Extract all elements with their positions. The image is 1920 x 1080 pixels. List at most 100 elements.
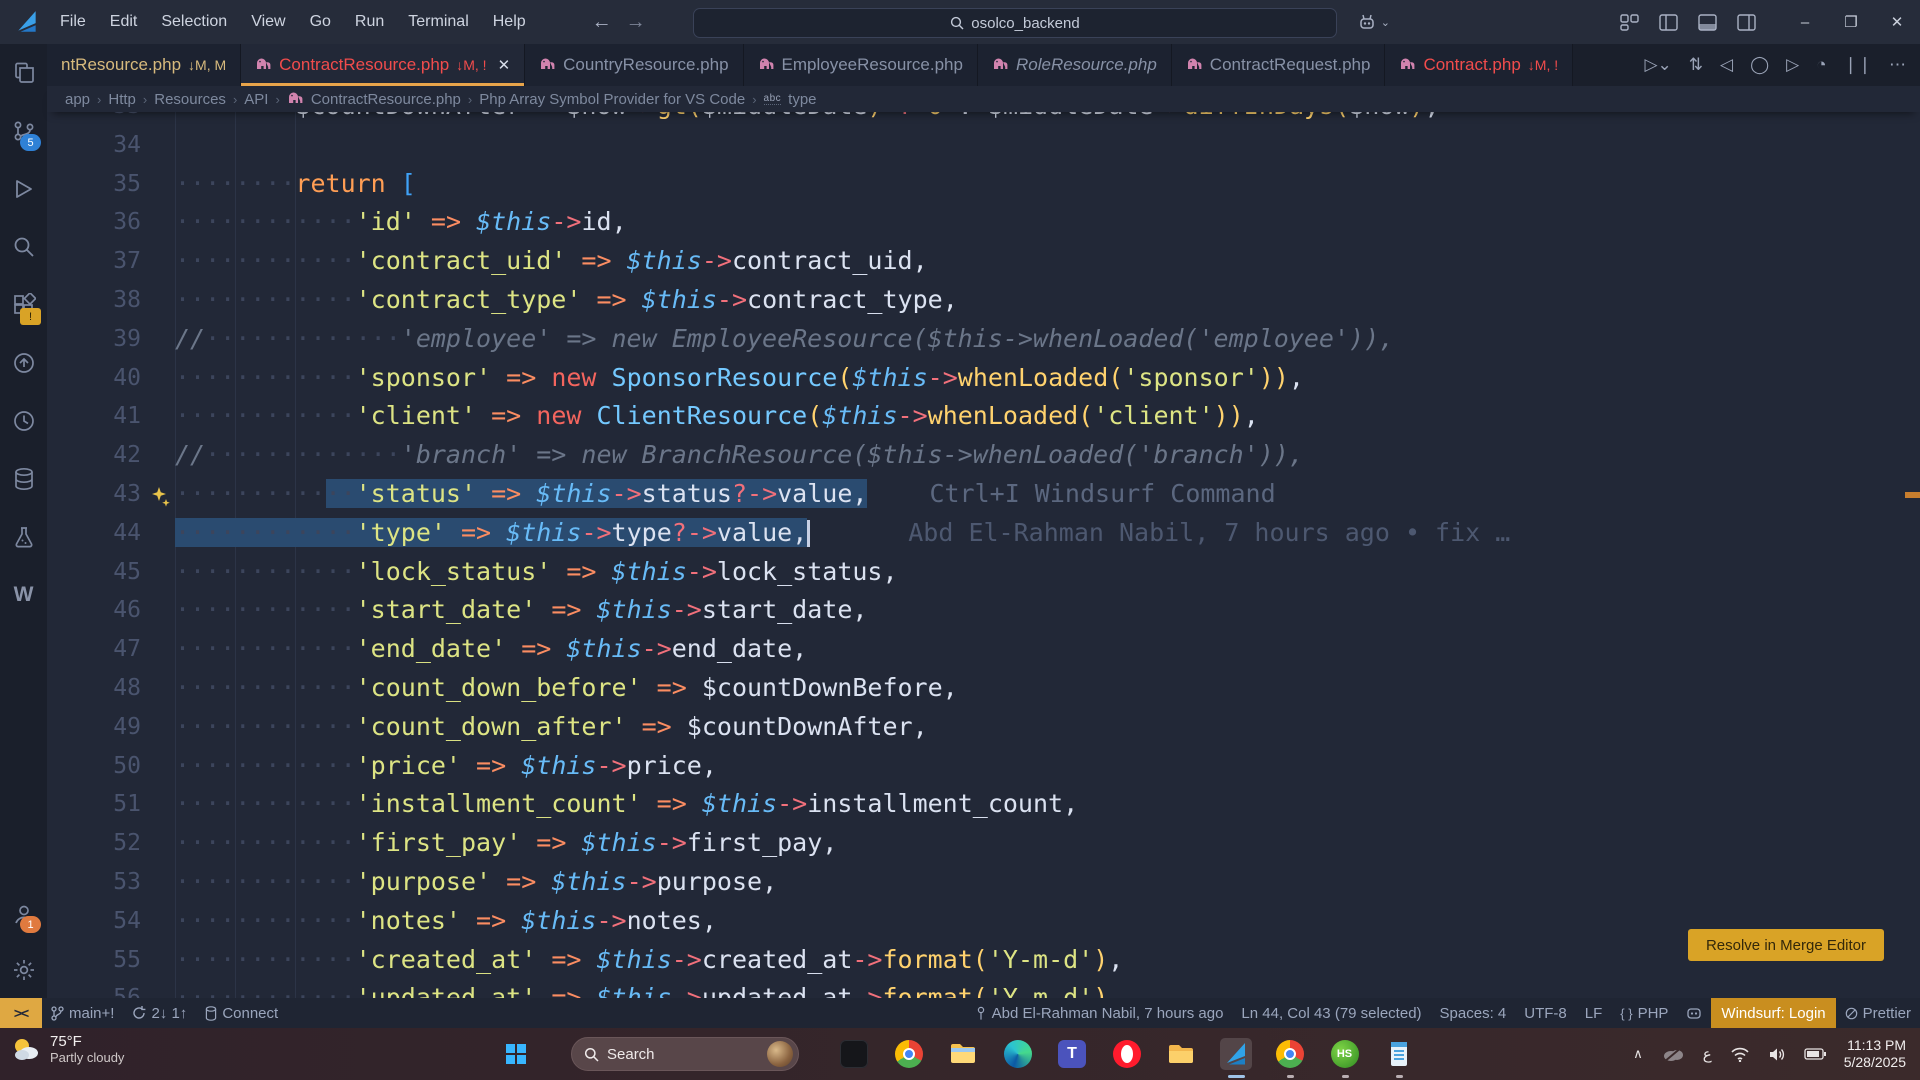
git-branch-status[interactable]: main+! [42,998,123,1028]
code-line-42[interactable]: 42//·············'branch' => new BranchR… [47,436,1920,475]
encoding-setting[interactable]: UTF-8 [1515,998,1576,1028]
code-line-51[interactable]: 51············'installment_count' => $th… [47,785,1920,824]
taskbar-clock[interactable]: 11:13 PM 5/28/2025 [1844,1037,1906,1071]
taskbar-app-heidisql[interactable]: HS [1329,1038,1361,1070]
language-indicator[interactable]: ع [1703,1045,1712,1063]
language-mode[interactable]: { } PHP [1611,998,1677,1028]
code-line-53[interactable]: 53············'purpose' => $this->purpos… [47,863,1920,902]
previous-change-icon[interactable]: ◁ [1720,55,1733,75]
code-line-43[interactable]: 43············'status' => $this->status?… [47,475,1920,514]
git-sync-status[interactable]: 2↓ 1↑ [123,998,196,1028]
taskbar-app-edge[interactable] [1002,1038,1034,1070]
code-line-39[interactable]: 39//·············'employee' => new Emplo… [47,320,1920,359]
code-line-56[interactable]: 56············'updated_at' => $this->upd… [47,979,1920,998]
volume-icon[interactable] [1768,1047,1786,1062]
breadcrumb-item[interactable]: Http [108,91,136,108]
activity-settings-gear-icon[interactable] [0,942,47,998]
code-line-37[interactable]: 37············'contract_uid' => $this->c… [47,242,1920,281]
close-tab-icon[interactable]: ✕ [498,56,511,74]
code-line-44[interactable]: 44············'type' => $this->type?->va… [47,514,1920,553]
menu-edit[interactable]: Edit [100,9,148,35]
split-editor-icon[interactable]: ❘❘ [1844,55,1873,75]
more-actions-icon[interactable]: ⋯ [1889,55,1906,75]
breadcrumb-item[interactable]: Resources [154,91,226,108]
activity-history-icon[interactable] [0,392,47,450]
activity-source-control-icon[interactable]: 5 [0,102,47,160]
taskbar-app-chrome[interactable] [893,1038,925,1070]
customize-layout-icon[interactable] [1620,14,1639,31]
menu-view[interactable]: View [241,9,295,35]
breadcrumb-item[interactable]: API [244,91,268,108]
prettier-status[interactable]: Prettier [1836,998,1920,1028]
windsurf-robot-icon[interactable] [1677,998,1711,1028]
activity-account-icon[interactable]: 1 [0,886,47,942]
menu-help[interactable]: Help [483,9,536,35]
remote-indicator[interactable]: >< [0,998,42,1028]
indentation-setting[interactable]: Spaces: 4 [1431,998,1516,1028]
code-line-49[interactable]: 49············'count_down_after' => $cou… [47,708,1920,747]
breadcrumb-item[interactable]: app [65,91,90,108]
taskbar-search[interactable]: Search [571,1037,799,1071]
taskbar-app-teams[interactable]: T [1056,1038,1088,1070]
tab-ntresource-php[interactable]: ntResource.php↓M, M [47,44,241,86]
breadcrumb[interactable]: app›Http›Resources›API›ContractResource.… [47,86,1920,112]
code-line-47[interactable]: 47············'end_date' => $this->end_d… [47,630,1920,669]
code-line-45[interactable]: 45············'lock_status' => $this->lo… [47,553,1920,592]
taskbar-app-folder[interactable] [1165,1038,1197,1070]
activity-run-debug-icon[interactable] [0,160,47,218]
menu-go[interactable]: Go [300,9,341,35]
code-line-35[interactable]: 35········return [ [47,165,1920,204]
command-center-search[interactable]: osolco_backend [693,8,1337,38]
windsurf-login-button[interactable]: Windsurf: Login [1711,998,1835,1028]
sql-connect-button[interactable]: Connect [196,998,287,1028]
activity-remote-explorer-icon[interactable] [0,334,47,392]
tray-chevron-icon[interactable]: ∧ [1633,1046,1643,1062]
forward-button[interactable]: → [626,11,646,34]
code-line-41[interactable]: 41············'client' => new ClientReso… [47,397,1920,436]
menu-file[interactable]: File [50,9,96,35]
ai-assistant-button[interactable]: ⌄ [1357,12,1390,32]
restore-button[interactable]: ❐ [1828,0,1874,44]
compare-changes-icon[interactable]: ⇅ [1689,55,1703,75]
weather-widget[interactable]: 75°F Partly cloudy [10,1033,124,1065]
code-editor[interactable]: 33········$countDownAfter = $now->gt($mi… [47,112,1920,998]
tab-contractresource-php[interactable]: ContractResource.php↓M, !✕ [241,44,525,86]
breadcrumb-item[interactable]: ContractResource.php [311,91,461,108]
menu-terminal[interactable]: Terminal [398,9,478,35]
blame-status[interactable]: Abd El-Rahman Nabil, 7 hours ago [966,998,1233,1028]
eol-setting[interactable]: LF [1576,998,1612,1028]
wifi-icon[interactable] [1730,1047,1750,1062]
code-line-50[interactable]: 50············'price' => $this->price, [47,747,1920,786]
tab-countryresource-php[interactable]: CountryResource.php [525,44,743,86]
activity-extensions-icon[interactable]: ! [0,276,47,334]
battery-icon[interactable] [1804,1048,1826,1060]
next-change-icon[interactable]: ▷ [1786,55,1799,75]
menu-selection[interactable]: Selection [151,9,237,35]
activity-flask-icon[interactable] [0,508,47,566]
activity-database-icon[interactable] [0,450,47,508]
start-button[interactable] [500,1038,532,1070]
cursor-position[interactable]: Ln 44, Col 43 (79 selected) [1232,998,1430,1028]
activity-explorer-icon[interactable] [0,44,47,102]
activity-windsurf-icon[interactable]: W [0,566,47,624]
activity-search-icon[interactable] [0,218,47,276]
taskbar-app-notepad[interactable] [1383,1038,1415,1070]
code-line-54[interactable]: 54············'notes' => $this->notes, [47,902,1920,941]
code-line-38[interactable]: 38············'contract_type' => $this->… [47,281,1920,320]
menu-run[interactable]: Run [345,9,394,35]
code-line-48[interactable]: 48············'count_down_before' => $co… [47,669,1920,708]
toggle-panel-icon[interactable] [1698,14,1717,31]
toggle-sidebar-icon[interactable] [1659,14,1678,31]
code-line-40[interactable]: 40············'sponsor' => new SponsorRe… [47,359,1920,398]
resolve-merge-editor-button[interactable]: Resolve in Merge Editor [1688,929,1884,961]
code-line-34[interactable]: 34 [47,126,1920,165]
breadcrumb-item[interactable]: type [788,91,816,108]
back-button[interactable]: ← [592,11,612,34]
taskbar-app-photos[interactable] [838,1038,870,1070]
code-line-55[interactable]: 55············'created_at' => $this->cre… [47,941,1920,980]
timeline-icon[interactable]: ◔ [1816,55,1826,75]
code-line-46[interactable]: 46············'start_date' => $this->sta… [47,591,1920,630]
tab-employeeresource-php[interactable]: EmployeeResource.php [744,44,978,86]
code-line-33[interactable]: 33········$countDownAfter = $now->gt($mi… [47,112,1920,126]
taskbar-app-opera[interactable] [1111,1038,1143,1070]
